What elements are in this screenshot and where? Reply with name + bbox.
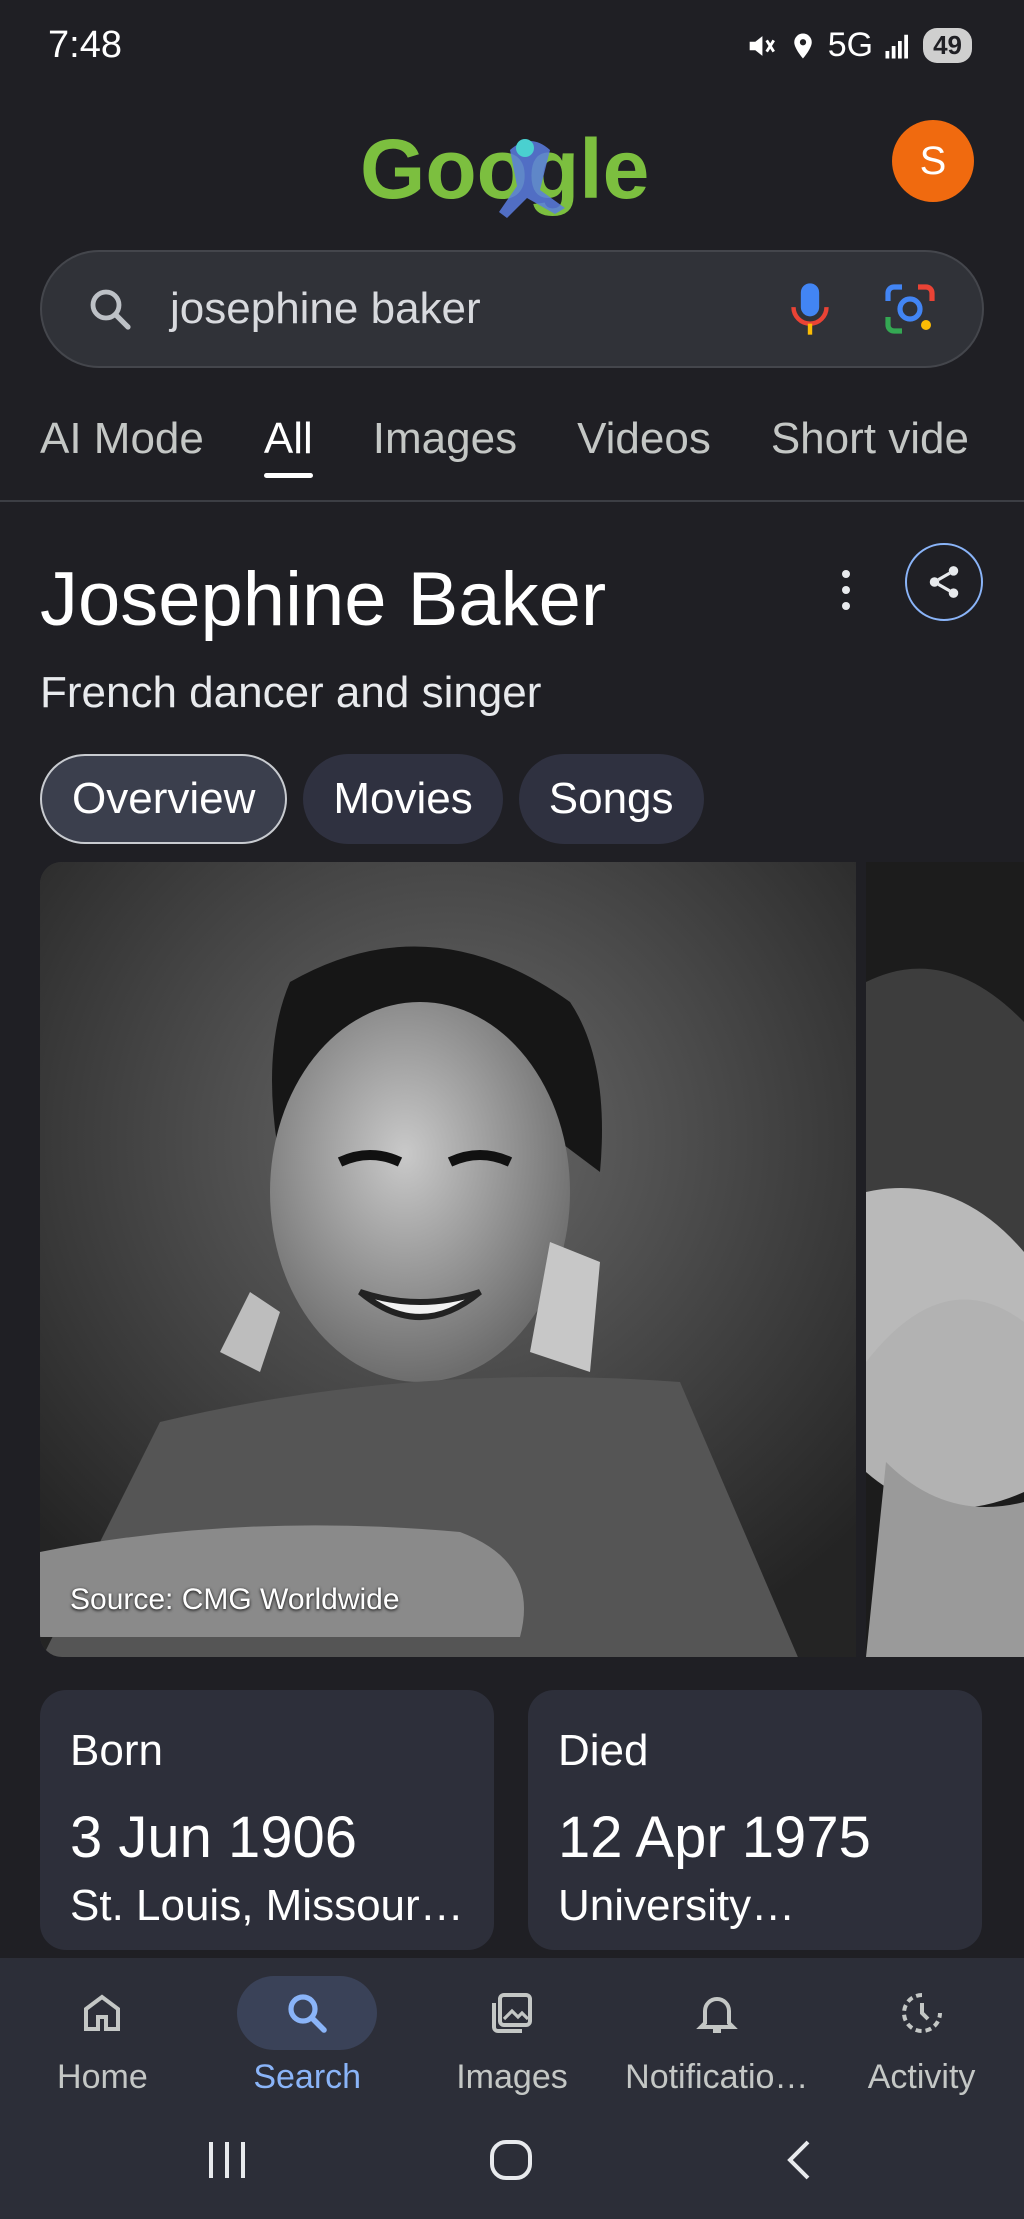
tab-short-videos[interactable]: Short vide xyxy=(771,400,969,500)
images-icon xyxy=(491,1993,532,2033)
google-lens-icon[interactable] xyxy=(882,281,938,337)
born-card[interactable]: Born 3 Jun 1906 St. Louis, Missouri… xyxy=(40,1690,494,1950)
search-tabs: AI Mode All Images Videos Short vide xyxy=(40,400,1024,500)
share-icon xyxy=(929,566,959,598)
location-icon xyxy=(793,33,812,58)
search-icon xyxy=(90,289,131,330)
activity-icon xyxy=(901,1993,942,2033)
home-button-icon[interactable] xyxy=(488,2136,536,2184)
died-label: Died xyxy=(558,1726,649,1775)
tab-ai-mode[interactable]: AI Mode xyxy=(40,400,204,500)
chip-overview[interactable]: Overview xyxy=(40,754,288,844)
nav-search[interactable]: Search xyxy=(205,1958,410,2106)
search-icon xyxy=(288,1994,327,2033)
tab-all[interactable]: All xyxy=(263,400,313,500)
tabs-divider xyxy=(0,500,1024,502)
nav-images-label: Images xyxy=(456,2058,568,2096)
more-options-icon[interactable] xyxy=(834,568,858,612)
account-avatar[interactable]: S xyxy=(892,120,974,202)
status-bar: 7:48 5G 49 xyxy=(0,0,1024,96)
status-time: 7:48 xyxy=(48,24,122,66)
second-photo xyxy=(866,862,1024,1657)
status-icons: 5G 49 xyxy=(744,26,972,65)
microphone-icon[interactable] xyxy=(788,279,832,339)
google-logo[interactable]: Google xyxy=(360,120,660,230)
panel-title: Josephine Baker xyxy=(40,557,607,642)
died-place: University… xyxy=(558,1881,796,1930)
bell-icon xyxy=(695,1997,738,2033)
panel-chips: Overview Movies Songs xyxy=(40,754,704,844)
nav-notifications[interactable]: Notificatio… xyxy=(614,1958,819,2106)
image-source-caption: Source: CMG Worldwide xyxy=(70,1583,400,1616)
portrait-image[interactable]: Source: CMG Worldwide xyxy=(40,862,856,1657)
share-button[interactable] xyxy=(905,543,983,621)
chip-songs[interactable]: Songs xyxy=(518,754,704,844)
logo-text: Google xyxy=(360,122,649,216)
died-card[interactable]: Died 12 Apr 1975 University… xyxy=(528,1690,982,1950)
search-input[interactable]: josephine baker xyxy=(170,284,788,334)
nav-home-label: Home xyxy=(57,2058,148,2096)
chip-movies[interactable]: Movies xyxy=(303,754,503,844)
network-type: 5G xyxy=(827,26,874,64)
second-image[interactable] xyxy=(866,862,1024,1657)
nav-activity-label: Activity xyxy=(867,2058,976,2096)
nav-home[interactable]: Home xyxy=(0,1958,205,2106)
nav-search-label: Search xyxy=(253,2058,362,2096)
search-bar[interactable]: josephine baker xyxy=(40,250,984,368)
panel-subtitle: French dancer and singer xyxy=(40,668,542,717)
born-place: St. Louis, Missouri… xyxy=(70,1881,464,1930)
signal-icon xyxy=(885,34,909,58)
recents-icon[interactable] xyxy=(205,2136,249,2184)
system-navigation xyxy=(0,2106,1024,2219)
died-date: 12 Apr 1975 xyxy=(558,1805,871,1870)
back-icon[interactable] xyxy=(780,2136,820,2184)
born-label: Born xyxy=(70,1726,163,1775)
portrait-photo xyxy=(40,862,856,1657)
nav-activity[interactable]: Activity xyxy=(819,1958,1024,2106)
nav-images[interactable]: Images xyxy=(410,1958,615,2106)
home-icon xyxy=(84,1994,121,2031)
tab-images[interactable]: Images xyxy=(373,400,517,500)
nav-notifications-label: Notificatio… xyxy=(625,2058,809,2096)
born-date: 3 Jun 1906 xyxy=(70,1805,358,1870)
bottom-navigation: Home Search Images Notificatio… Activity xyxy=(0,1958,1024,2106)
mute-icon xyxy=(749,35,775,56)
tab-videos[interactable]: Videos xyxy=(577,400,711,500)
battery-badge: 49 xyxy=(923,28,972,63)
